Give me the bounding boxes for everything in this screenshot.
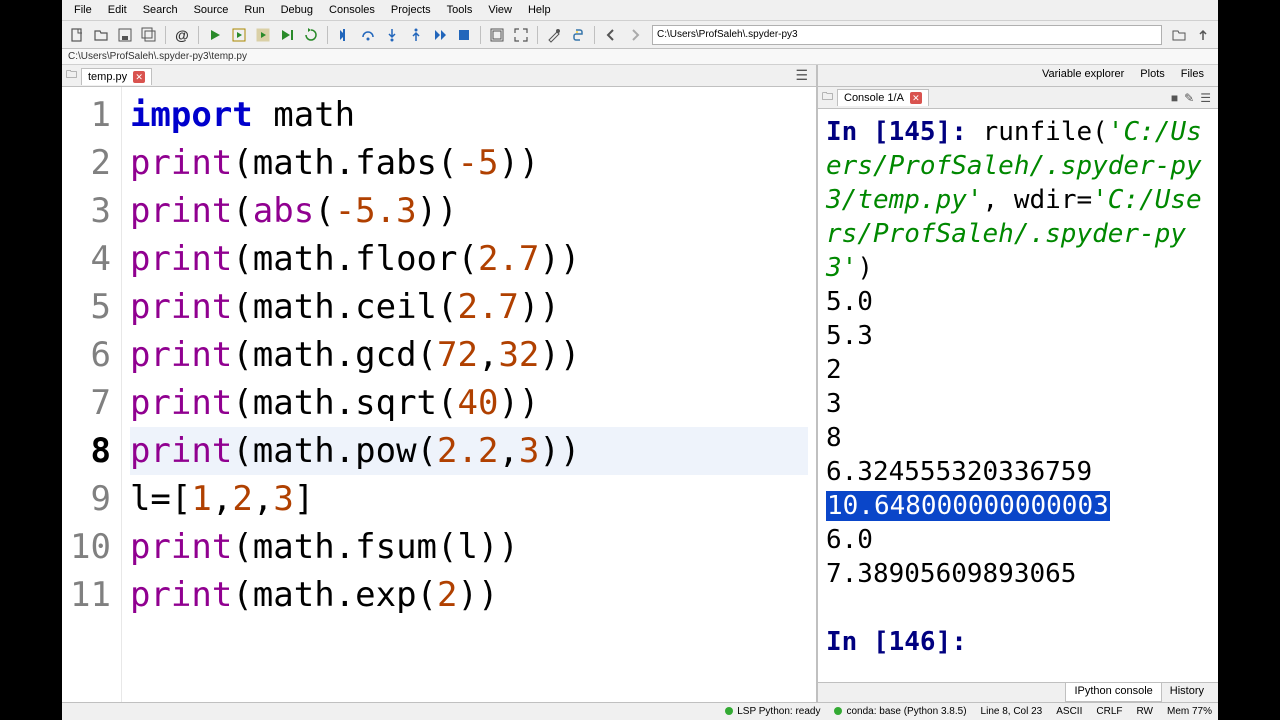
run-cell-advance-button[interactable]	[252, 24, 274, 46]
close-tab-icon[interactable]: ✕	[133, 71, 145, 83]
menubar: File Edit Search Source Run Debug Consol…	[62, 0, 1218, 21]
step-out-button[interactable]	[405, 24, 427, 46]
menu-projects[interactable]: Projects	[383, 2, 439, 18]
file-path-bar: C:\Users\ProfSaleh\.spyder-py3\temp.py	[62, 49, 1218, 65]
status-position: Line 8, Col 23	[981, 706, 1043, 717]
status-eol: CRLF	[1096, 706, 1122, 717]
status-bar: LSP Python: ready conda: base (Python 3.…	[62, 702, 1218, 720]
status-encoding: ASCII	[1056, 706, 1082, 717]
menu-help[interactable]: Help	[520, 2, 559, 18]
main-toolbar: @	[62, 21, 1218, 49]
continue-button[interactable]	[429, 24, 451, 46]
tab-files[interactable]: Files	[1173, 65, 1212, 86]
tab-ipython-console[interactable]: IPython console	[1065, 683, 1161, 702]
tab-history[interactable]: History	[1162, 683, 1212, 702]
parent-dir-button[interactable]	[1192, 24, 1214, 46]
right-pane: Variable explorer Plots Files 🗀 Console …	[818, 65, 1218, 702]
run-file-button[interactable]	[204, 24, 226, 46]
console-bottom-tabs: IPython console History	[818, 682, 1218, 702]
step-over-button[interactable]	[357, 24, 379, 46]
menu-view[interactable]: View	[480, 2, 520, 18]
run-selection-button[interactable]	[276, 24, 298, 46]
clear-console-icon[interactable]: ✎	[1181, 91, 1197, 105]
menu-edit[interactable]: Edit	[100, 2, 135, 18]
back-button[interactable]	[600, 24, 622, 46]
status-rw: RW	[1137, 706, 1153, 717]
menu-debug[interactable]: Debug	[273, 2, 321, 18]
maximize-button[interactable]	[486, 24, 508, 46]
menu-consoles[interactable]: Consoles	[321, 2, 383, 18]
menu-source[interactable]: Source	[186, 2, 237, 18]
editor-pane: 🗀 temp.py ✕ ☰ 1234567891011 import mathp…	[62, 65, 818, 702]
new-file-button[interactable]	[66, 24, 88, 46]
forward-button[interactable]	[624, 24, 646, 46]
menu-file[interactable]: File	[66, 2, 100, 18]
console-folder-icon[interactable]: 🗀	[822, 88, 833, 107]
save-button[interactable]	[114, 24, 136, 46]
code-editor[interactable]: 1234567891011 import mathprint(math.fabs…	[62, 87, 816, 702]
menu-tools[interactable]: Tools	[439, 2, 481, 18]
menu-search[interactable]: Search	[135, 2, 186, 18]
console-options-icon[interactable]: ☰	[1197, 91, 1214, 105]
fullscreen-button[interactable]	[510, 24, 532, 46]
preferences-button[interactable]	[543, 24, 565, 46]
editor-tab-bar: 🗀 temp.py ✕ ☰	[62, 65, 816, 87]
browse-dir-button[interactable]	[1168, 24, 1190, 46]
stop-kernel-icon[interactable]: ■	[1168, 91, 1181, 105]
tab-label: temp.py	[88, 71, 127, 83]
debug-button[interactable]	[333, 24, 355, 46]
console-tab-label: Console 1/A	[844, 92, 904, 104]
stop-debug-button[interactable]	[453, 24, 475, 46]
console-tab-bar: 🗀 Console 1/A ✕ ■ ✎ ☰	[818, 87, 1218, 109]
console-tab[interactable]: Console 1/A ✕	[837, 89, 929, 106]
tab-plots[interactable]: Plots	[1132, 65, 1172, 86]
file-browse-icon[interactable]: 🗀	[66, 66, 77, 85]
tab-variable-explorer[interactable]: Variable explorer	[1034, 65, 1132, 86]
working-directory-input[interactable]	[652, 25, 1162, 45]
editor-tab-temp[interactable]: temp.py ✕	[81, 68, 152, 85]
ipython-console[interactable]: In [145]: runfile('C:/Users/ProfSaleh/.s…	[818, 109, 1218, 682]
status-conda[interactable]: conda: base (Python 3.8.5)	[834, 706, 966, 717]
spyder-window: File Edit Search Source Run Debug Consol…	[62, 0, 1218, 720]
editor-options-icon[interactable]: ☰	[791, 67, 812, 84]
step-into-button[interactable]	[381, 24, 403, 46]
run-cell-button[interactable]	[228, 24, 250, 46]
status-lsp: LSP Python: ready	[725, 706, 820, 717]
menu-run[interactable]: Run	[236, 2, 272, 18]
save-all-button[interactable]	[138, 24, 160, 46]
rerun-button[interactable]	[300, 24, 322, 46]
at-button[interactable]: @	[171, 24, 193, 46]
open-file-button[interactable]	[90, 24, 112, 46]
status-memory: Mem 77%	[1167, 706, 1212, 717]
close-console-icon[interactable]: ✕	[910, 92, 922, 104]
right-top-tabs: Variable explorer Plots Files	[818, 65, 1218, 87]
python-path-button[interactable]	[567, 24, 589, 46]
